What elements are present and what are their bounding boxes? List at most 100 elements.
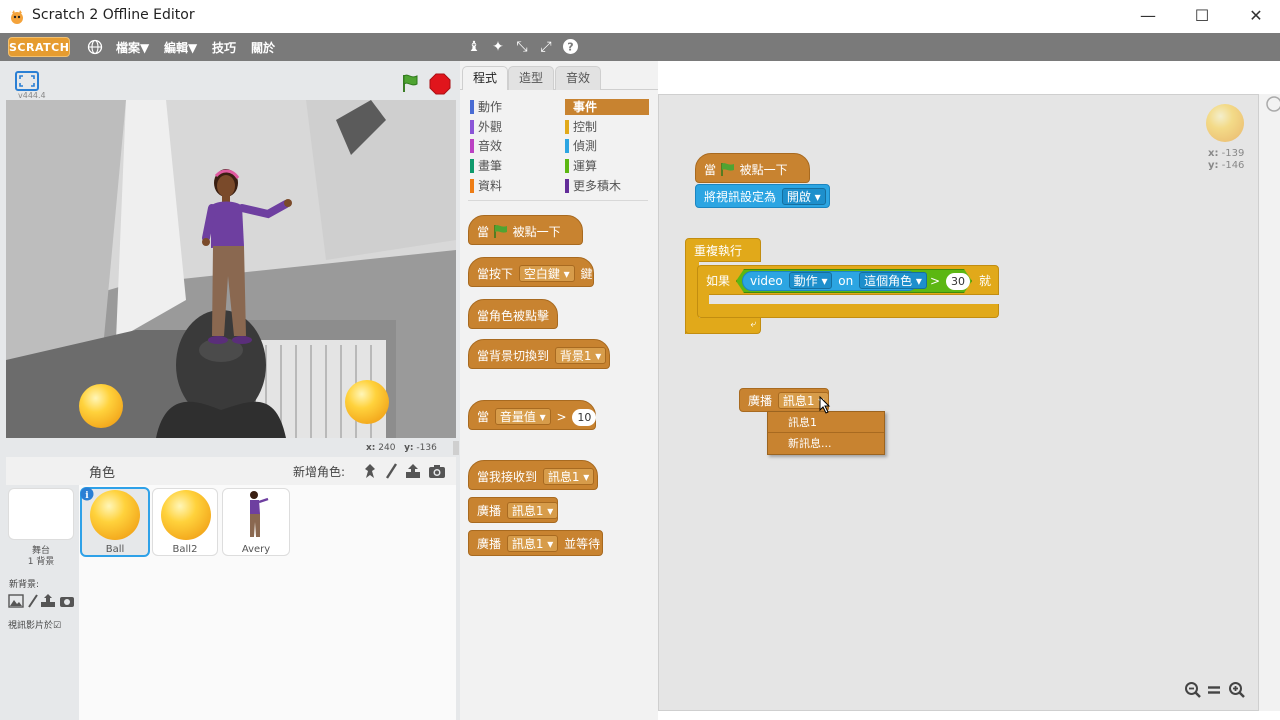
- block-when-backdrop-switches[interactable]: 當背景切換到 背景1 ▾: [468, 339, 610, 369]
- paint-backdrop-icon[interactable]: [27, 594, 39, 608]
- video-transparency-label[interactable]: 視訊影片於☑: [8, 618, 61, 631]
- scratch-logo[interactable]: SCRATCH: [8, 37, 70, 57]
- block-when-loudness[interactable]: 當 音量值 ▾ > 10: [468, 400, 597, 430]
- block-text: 被點一下: [739, 163, 788, 177]
- category-label: 畫筆: [478, 159, 503, 173]
- scratch-cat-icon: [11, 10, 23, 24]
- menu-file[interactable]: 檔案▼: [116, 39, 149, 56]
- script-broadcast[interactable]: 廣播 訊息1 ▾: [739, 388, 830, 412]
- block-broadcast-and-wait[interactable]: 廣播 訊息1 ▾ 並等待: [468, 530, 603, 556]
- category-label: 控制: [573, 120, 598, 134]
- upload-backdrop-icon[interactable]: [40, 593, 56, 608]
- close-button[interactable]: ✕: [1241, 5, 1271, 27]
- category-events[interactable]: 事件: [565, 99, 649, 115]
- category-data[interactable]: 資料: [470, 178, 502, 194]
- category-more-blocks[interactable]: 更多積木: [565, 178, 621, 194]
- tab-scripts[interactable]: 程式: [462, 66, 509, 90]
- dropdown-item-message1[interactable]: 訊息1: [768, 412, 884, 433]
- maximize-button[interactable]: ☐: [1187, 5, 1217, 27]
- coord-y-label: y:: [404, 443, 414, 453]
- ball-sprite[interactable]: [79, 384, 123, 428]
- mouse-x: -139: [1221, 148, 1245, 159]
- stop-icon[interactable]: [429, 73, 451, 95]
- block-when-key-pressed[interactable]: 當按下 空白鍵 ▾ 鍵: [468, 257, 594, 287]
- video-label-text: 視訊影片於: [8, 621, 54, 631]
- block-when-sprite-clicked[interactable]: 當角色被點擊: [468, 299, 558, 329]
- choose-backdrop-icon[interactable]: [8, 594, 24, 608]
- ball2-thumb-image: [161, 490, 211, 540]
- category-label: 音效: [478, 139, 503, 153]
- block-when-i-receive[interactable]: 當我接收到 訊息1 ▾: [468, 460, 598, 490]
- info-icon[interactable]: i: [80, 487, 94, 501]
- grow-tool-icon[interactable]: ⤡: [513, 38, 531, 56]
- script-area-scrollbar[interactable]: [1259, 94, 1280, 711]
- duplicate-tool-icon[interactable]: ♝: [465, 38, 483, 56]
- choose-sprite-icon[interactable]: [361, 462, 379, 480]
- category-motion[interactable]: 動作: [470, 99, 502, 115]
- globe-icon[interactable]: [87, 39, 103, 55]
- stage-thumbnail[interactable]: [8, 488, 74, 540]
- shrink-tool-icon[interactable]: ⤢: [537, 38, 555, 56]
- tab-costumes[interactable]: 造型: [508, 66, 555, 90]
- message-dropdown[interactable]: 訊息1 ▾: [506, 535, 559, 552]
- category-sound[interactable]: 音效: [470, 138, 502, 154]
- category-looks[interactable]: 外觀: [470, 119, 502, 135]
- menu-about[interactable]: 關於: [251, 39, 275, 56]
- camera-sprite-icon[interactable]: [428, 462, 446, 480]
- delete-tool-icon[interactable]: ✦: [489, 38, 507, 56]
- menu-edit[interactable]: 編輯▼: [164, 39, 197, 56]
- ball2-sprite[interactable]: [345, 380, 389, 424]
- category-pen[interactable]: 畫筆: [470, 158, 502, 174]
- loudness-dropdown[interactable]: 音量值 ▾: [494, 408, 551, 425]
- upload-sprite-icon[interactable]: [404, 462, 422, 480]
- dropdown-item-new-message[interactable]: 新訊息...: [768, 433, 884, 454]
- menu-tips[interactable]: 技巧: [212, 39, 236, 56]
- loudness-input[interactable]: 10: [572, 409, 597, 426]
- video-state-dropdown[interactable]: 開啟 ▾: [781, 188, 826, 205]
- green-flag-icon[interactable]: [400, 73, 420, 93]
- help-icon[interactable]: ?: [562, 38, 579, 55]
- mouse-y: -146: [1221, 160, 1245, 171]
- script-when-flag-clicked[interactable]: 當 被點一下: [695, 153, 810, 183]
- video-attr-dropdown[interactable]: 動作 ▾: [788, 272, 833, 289]
- svg-text:i: i: [85, 491, 89, 501]
- threshold-input[interactable]: 30: [946, 273, 970, 290]
- tab-sounds[interactable]: 音效: [555, 66, 602, 90]
- checkbox-icon[interactable]: ☑: [53, 621, 61, 631]
- stage-backdrop-count: 1 背景: [27, 557, 55, 567]
- block-forever[interactable]: 重複執行: [685, 238, 761, 262]
- category-sensing[interactable]: 偵測: [565, 138, 597, 154]
- zoom-in-icon[interactable]: [1228, 681, 1246, 699]
- stage[interactable]: [6, 100, 456, 438]
- message-dropdown[interactable]: 訊息1 ▾: [506, 502, 559, 519]
- backdrop-dropdown[interactable]: 背景1 ▾: [554, 347, 607, 364]
- mouse-coords: x: -139 y: -146: [1208, 148, 1244, 172]
- key-dropdown[interactable]: 空白鍵 ▾: [518, 265, 575, 282]
- sprite-name-ball: Ball: [105, 544, 125, 555]
- avery-thumb-image: [250, 491, 269, 537]
- collapse-stage-icon[interactable]: [1264, 94, 1280, 114]
- block-set-video[interactable]: 將視訊設定為 開啟 ▾: [695, 184, 830, 208]
- block-video-sensing[interactable]: video 動作 ▾ on 這個角色 ▾: [742, 271, 927, 291]
- mouse-cursor-icon: [819, 396, 831, 414]
- block-broadcast[interactable]: 廣播 訊息1 ▾: [468, 497, 559, 523]
- block-when-flag-clicked[interactable]: 當 被點一下: [468, 215, 583, 245]
- zoom-reset-icon[interactable]: [1207, 683, 1221, 697]
- block-text: 廣播: [748, 394, 773, 408]
- paint-sprite-icon[interactable]: [383, 462, 399, 480]
- panel-collapse-handle[interactable]: [453, 441, 459, 455]
- category-operators[interactable]: 運算: [565, 158, 597, 174]
- avery-sprite[interactable]: [196, 166, 296, 348]
- block-text: 當角色被點擊: [477, 309, 550, 323]
- new-backdrop-label: 新背景:: [9, 580, 40, 590]
- block-if[interactable]: 如果 video 動作 ▾ on 這個角色 ▾ > 30 就: [697, 265, 999, 295]
- message-dropdown[interactable]: 訊息1 ▾: [542, 468, 595, 485]
- fullscreen-icon[interactable]: [15, 71, 39, 91]
- minimize-button[interactable]: —: [1133, 5, 1163, 27]
- block-text: 當: [704, 163, 717, 177]
- category-control[interactable]: 控制: [565, 119, 597, 135]
- new-sprite-label: 新增角色:: [293, 465, 346, 479]
- video-target-dropdown[interactable]: 這個角色 ▾: [859, 272, 927, 289]
- camera-backdrop-icon[interactable]: [59, 594, 75, 608]
- zoom-out-icon[interactable]: [1184, 681, 1202, 699]
